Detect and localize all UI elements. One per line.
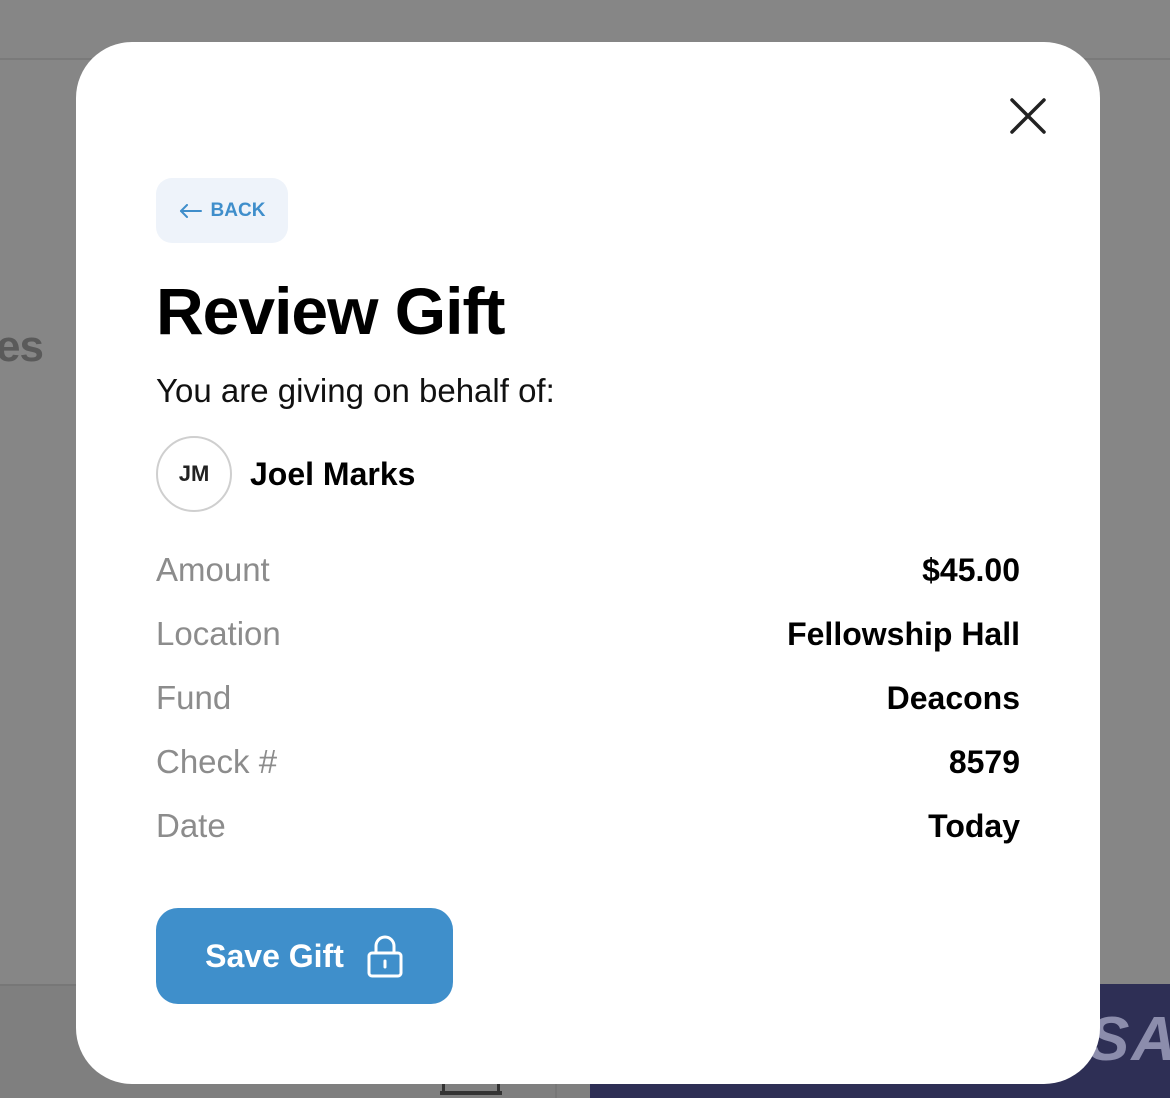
back-button[interactable]: BACK — [156, 178, 288, 243]
detail-label: Amount — [156, 551, 270, 588]
back-button-label: BACK — [210, 199, 266, 221]
detail-value: Today — [928, 807, 1020, 844]
background-card-icon-base — [440, 1091, 502, 1095]
avatar: JM — [156, 436, 232, 512]
detail-row-location: Location Fellowship Hall — [156, 602, 1020, 666]
detail-label: Location — [156, 615, 281, 652]
background-card-brand-text: SA — [1088, 1005, 1170, 1074]
gift-details: Amount $45.00 Location Fellowship Hall F… — [156, 538, 1020, 858]
detail-row-check-number: Check # 8579 — [156, 730, 1020, 794]
detail-row-date: Date Today — [156, 794, 1020, 858]
arrow-left-icon — [179, 203, 202, 218]
detail-row-amount: Amount $45.00 — [156, 538, 1020, 602]
detail-value: $45.00 — [922, 551, 1020, 588]
detail-row-fund: Fund Deacons — [156, 666, 1020, 730]
donor-name: Joel Marks — [250, 455, 416, 492]
detail-value: Fellowship Hall — [787, 615, 1020, 652]
detail-label: Fund — [156, 679, 232, 716]
lock-icon — [367, 935, 403, 978]
save-gift-button-label: Save Gift — [205, 937, 344, 974]
review-gift-modal: BACK Review Gift You are giving on behal… — [76, 42, 1100, 1084]
donor-info: JM Joel Marks — [156, 436, 415, 512]
detail-label: Date — [156, 807, 226, 844]
detail-label: Check # — [156, 743, 278, 780]
detail-value: Deacons — [886, 679, 1020, 716]
save-gift-button[interactable]: Save Gift — [156, 908, 453, 1004]
behalf-of-text: You are giving on behalf of: — [156, 372, 555, 409]
detail-value: 8579 — [948, 743, 1020, 780]
page-title: Review Gift — [156, 274, 505, 348]
close-button[interactable] — [1004, 92, 1052, 140]
background-heading-fragment: es — [0, 322, 44, 371]
close-icon — [1010, 98, 1046, 134]
